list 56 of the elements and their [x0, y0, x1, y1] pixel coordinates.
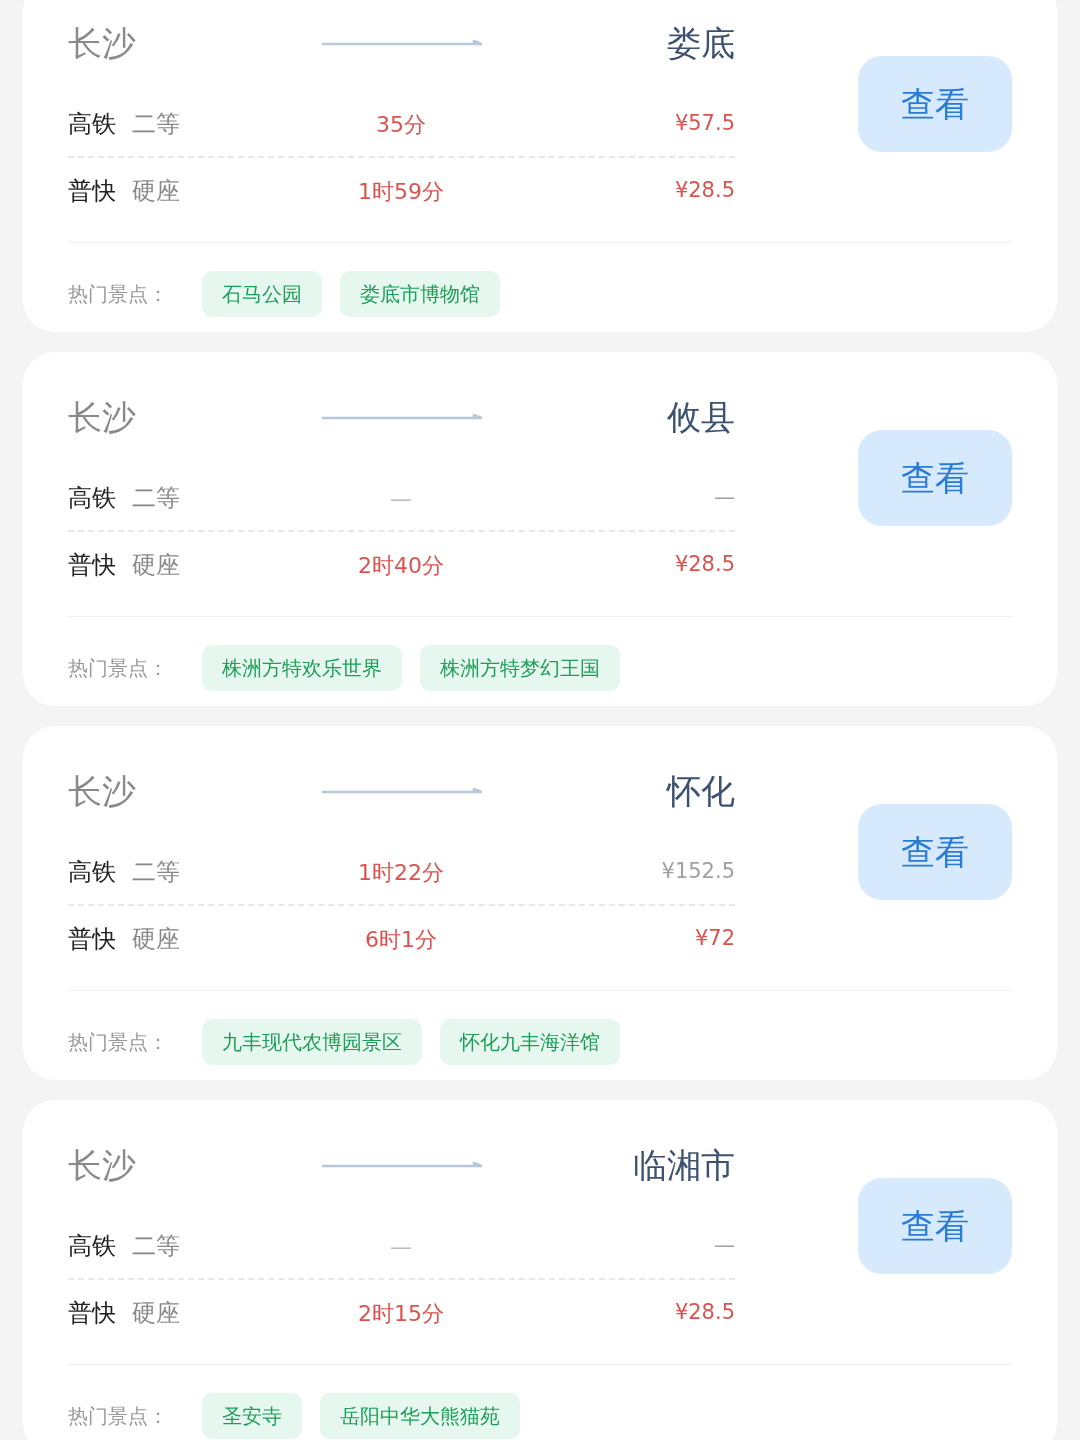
travel-duration: 1时22分 — [357, 858, 445, 887]
attractions-label: 热门景点： — [68, 1029, 169, 1056]
seat-class: 硬座 — [132, 176, 180, 207]
destination-city: 怀化 — [665, 769, 735, 813]
attraction-tag[interactable]: 石马公园 — [202, 271, 322, 317]
origin-city: 长沙 — [68, 395, 137, 439]
seat-class: 硬座 — [132, 1298, 180, 1329]
seat-class: 二等 — [132, 483, 180, 514]
seat-class: 二等 — [132, 109, 180, 140]
destination-city: 娄底 — [666, 21, 735, 65]
seat-class: 硬座 — [132, 550, 180, 581]
view-button[interactable]: 查看 — [858, 56, 1012, 152]
destination-city: 临湘市 — [632, 1143, 735, 1187]
ticket-price: ¥57.5 — [673, 110, 735, 138]
attraction-tag[interactable]: 株洲方特欢乐世界 — [202, 645, 402, 691]
travel-duration: 2时40分 — [357, 551, 445, 580]
ticket-price: ¥28.5 — [673, 1299, 735, 1327]
attraction-tag[interactable]: 娄底市博物馆 — [340, 271, 500, 317]
ticket-price: — — [713, 484, 735, 512]
travel-duration: 6时1分 — [364, 925, 438, 954]
train-type: 高铁 — [68, 1231, 116, 1262]
ticket-price: ¥28.5 — [673, 177, 735, 205]
train-type: 高铁 — [68, 483, 116, 514]
attractions-label: 热门景点： — [68, 655, 169, 682]
seat-class: 二等 — [132, 1231, 180, 1262]
view-button[interactable]: 查看 — [858, 430, 1012, 526]
ticket-price: ¥152.5 — [660, 858, 735, 886]
attraction-tag[interactable]: 九丰现代农博园景区 — [202, 1019, 422, 1065]
train-type: 高铁 — [68, 109, 116, 140]
origin-city: 长沙 — [68, 769, 137, 813]
ticket-price: ¥72 — [693, 925, 735, 953]
train-type: 普快 — [68, 176, 116, 207]
origin-city: 长沙 — [68, 21, 137, 65]
ticket-price: ¥28.5 — [673, 551, 735, 579]
travel-duration: 1时59分 — [357, 177, 445, 206]
travel-duration: — — [389, 1232, 413, 1261]
travel-duration: — — [389, 484, 413, 513]
origin-city: 长沙 — [68, 1143, 137, 1187]
train-type: 普快 — [68, 550, 116, 581]
attraction-tag[interactable]: 怀化九丰海洋馆 — [440, 1019, 620, 1065]
seat-class: 硬座 — [132, 924, 180, 955]
travel-duration: 35分 — [375, 110, 427, 139]
travel-duration: 2时15分 — [357, 1299, 445, 1328]
attractions-label: 热门景点： — [68, 281, 169, 308]
train-type: 普快 — [68, 924, 116, 955]
attraction-tag[interactable]: 岳阳中华大熊猫苑 — [320, 1393, 520, 1439]
seat-class: 二等 — [132, 857, 180, 888]
ticket-price: — — [713, 1232, 735, 1260]
attraction-tag[interactable]: 株洲方特梦幻王国 — [420, 645, 620, 691]
train-type: 高铁 — [68, 857, 116, 888]
destination-city: 攸县 — [666, 395, 735, 439]
attraction-tag[interactable]: 圣安寺 — [202, 1393, 302, 1439]
attractions-label: 热门景点： — [68, 1403, 169, 1430]
view-button[interactable]: 查看 — [858, 1178, 1012, 1274]
train-type: 普快 — [68, 1298, 116, 1329]
view-button[interactable]: 查看 — [858, 804, 1012, 900]
